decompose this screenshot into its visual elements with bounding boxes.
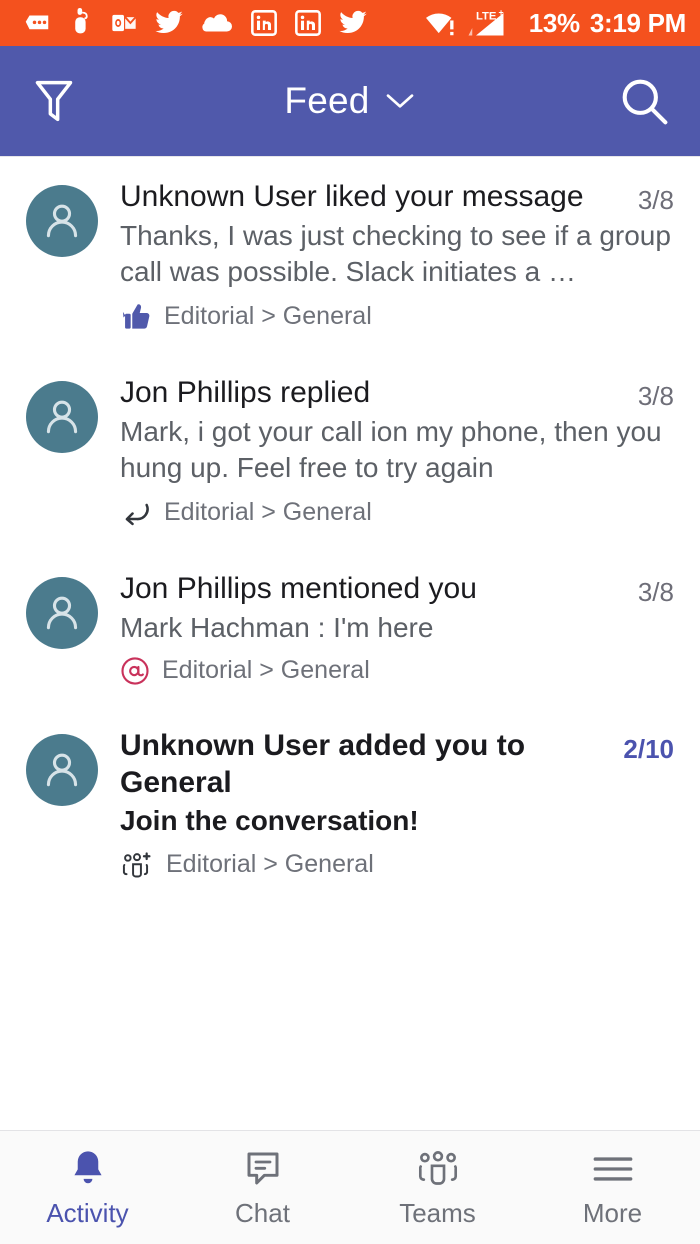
feed-item-content: Jon Phillips replied 3/8 Mark, i got you… [120, 375, 674, 529]
nav-label-more: More [582, 1198, 643, 1228]
feed-item-header: Jon Phillips mentioned you 3/8 [120, 571, 674, 608]
feed-item-breadcrumb: Editorial > General [162, 656, 370, 685]
onedrive-cloud-icon [200, 11, 234, 35]
nav-label-activity: Activity [46, 1198, 129, 1228]
status-bar-system-indicators: LTE + 13% 3:19 PM [423, 8, 686, 39]
feed-item-date: 3/8 [637, 576, 674, 607]
svg-text:LTE: LTE [476, 10, 497, 22]
feed-item-preview: Mark, i got your call ion my phone, then… [120, 415, 662, 484]
feed-item-content: Unknown User liked your message 3/8 Than… [120, 179, 674, 333]
feed-item-preview: Join the conversation! [120, 805, 419, 837]
avatar [26, 733, 98, 806]
bottom-navigation-bar: Activity Chat Teams More [0, 1130, 700, 1244]
feed-item-meta: Editorial > General [120, 656, 674, 686]
feed-item-meta: Editorial > General [120, 497, 674, 529]
feed-item-header: Unknown User liked your message 3/8 [120, 179, 674, 216]
nav-label-teams: Teams [399, 1198, 476, 1228]
linkedin-icon [250, 9, 278, 37]
avatar [26, 380, 98, 453]
signal-bars-icon: LTE + [465, 8, 517, 38]
feed-item-meta: Editorial > General [120, 301, 674, 333]
feed-item[interactable]: Jon Phillips mentioned you 3/8 Mark Hach… [0, 549, 700, 706]
nav-item-activity[interactable]: Activity [0, 1131, 175, 1244]
feed-item-content: Unknown User added you to General 2/10 J… [120, 728, 674, 880]
feed-item-content: Jon Phillips mentioned you 3/8 Mark Hach… [120, 571, 674, 686]
search-icon[interactable] [618, 75, 670, 127]
status-bar-notification-icons [22, 8, 368, 38]
twitter-icon [338, 10, 368, 36]
feed-item-breadcrumb: Editorial > General [166, 850, 374, 879]
bell-icon [66, 1146, 110, 1192]
chat-bubble-icon [242, 1146, 284, 1192]
feed-item[interactable]: Unknown User added you to General 2/10 J… [0, 706, 700, 900]
feed-item-preview: Thanks, I was just checking to see if a … [120, 220, 671, 288]
activity-feed-list[interactable]: Unknown User liked your message 3/8 Than… [0, 156, 700, 1130]
teams-people-icon [415, 1146, 461, 1192]
feed-item-breadcrumb: Editorial > General [164, 498, 372, 527]
feed-item-title: Jon Phillips replied [120, 375, 371, 409]
teams-activity-feed-screen: LTE + 13% 3:19 PM Feed Unknown User like… [0, 0, 700, 1244]
avatar [26, 576, 98, 649]
reply-arrow-icon [120, 497, 152, 529]
nav-label-chat: Chat [235, 1198, 290, 1228]
feed-item-breadcrumb: Editorial > General [164, 302, 372, 331]
twitter-icon [154, 10, 184, 36]
battery-percent-label: 13% [528, 7, 580, 38]
feed-item-date: 3/8 [637, 185, 674, 215]
hamburger-menu-icon [590, 1146, 636, 1192]
reminder-hand-icon [68, 8, 94, 38]
at-mention-icon [120, 656, 150, 686]
nav-item-teams[interactable]: Teams [350, 1131, 525, 1244]
feed-item-date: 3/8 [637, 380, 674, 411]
linkedin-icon [294, 9, 322, 37]
add-people-icon [120, 850, 154, 880]
feed-item-preview: Mark Hachman : I'm here [120, 611, 434, 643]
avatar [26, 185, 98, 257]
feed-item[interactable]: Unknown User liked your message 3/8 Than… [0, 157, 700, 353]
feed-item-header: Unknown User added you to General 2/10 [120, 728, 674, 801]
feed-item-title: Unknown User liked your message [120, 180, 584, 213]
thumbs-up-icon [120, 301, 152, 333]
messages-icon [22, 8, 52, 38]
outlook-icon [110, 9, 138, 37]
filter-funnel-icon[interactable] [32, 75, 76, 127]
nav-item-more[interactable]: More [525, 1131, 700, 1244]
page-title: Feed [284, 80, 370, 121]
feed-title-group: Feed [0, 80, 700, 122]
feed-item-header: Jon Phillips replied 3/8 [120, 375, 674, 412]
feed-item-title: Unknown User added you to General [120, 728, 526, 799]
clock-label: 3:19 PM [589, 7, 686, 38]
status-bar: LTE + 13% 3:19 PM [0, 0, 700, 46]
feed-item[interactable]: Jon Phillips replied 3/8 Mark, i got you… [0, 353, 700, 549]
feed-item-date: 2/10 [623, 733, 674, 764]
nav-item-chat[interactable]: Chat [175, 1131, 350, 1244]
chevron-down-icon[interactable] [384, 90, 416, 112]
wifi-warning-icon [423, 9, 457, 37]
app-header: Feed [0, 46, 700, 156]
feed-item-meta: Editorial > General [120, 850, 674, 880]
feed-item-title: Jon Phillips mentioned you [120, 571, 477, 605]
